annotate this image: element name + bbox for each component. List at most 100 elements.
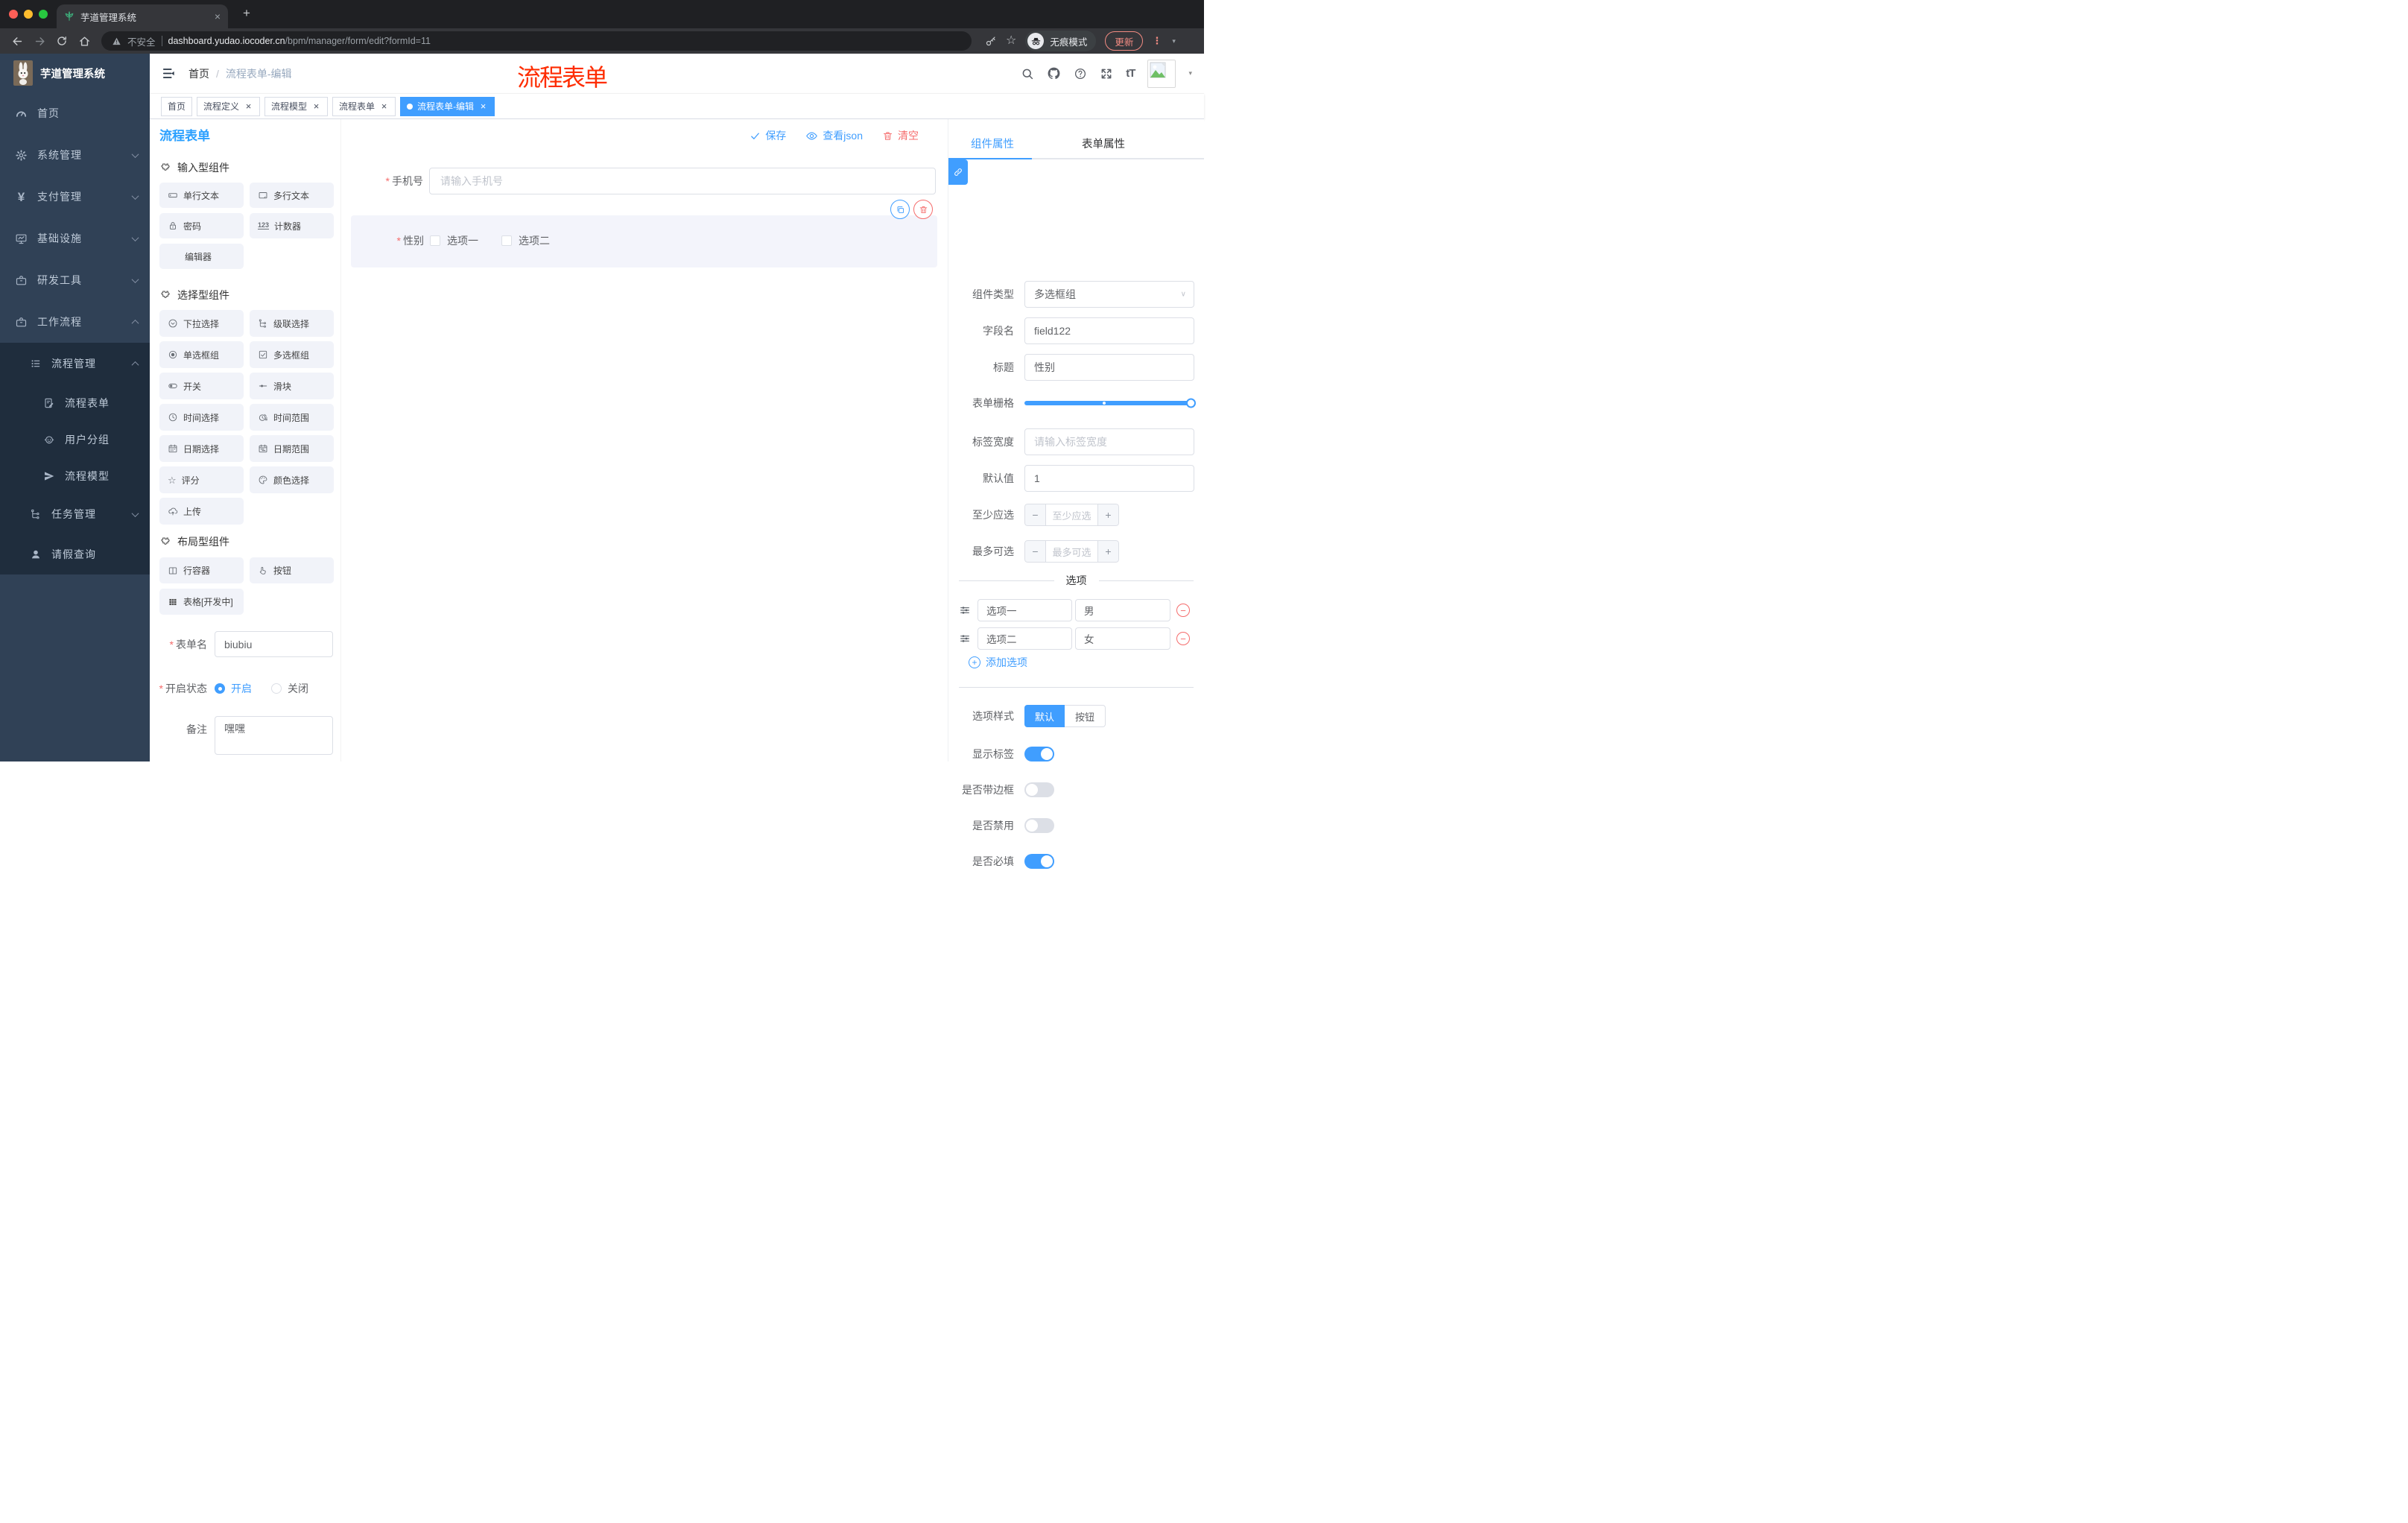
gender-option-2[interactable]: 选项二 <box>501 233 550 248</box>
sidebar-item-process-mgmt[interactable]: 流程管理 <box>0 343 150 384</box>
option-name-input[interactable] <box>978 599 1072 621</box>
drawer-handle[interactable] <box>948 159 968 185</box>
style-button-button[interactable]: 按钮 <box>1065 705 1106 727</box>
tab-component-props[interactable]: 组件属性 <box>971 136 1014 151</box>
component-table[interactable]: 表格[开发中] <box>159 589 244 615</box>
option-value-input[interactable] <box>1075 627 1170 650</box>
drag-handle-icon[interactable] <box>959 604 971 616</box>
tag-home[interactable]: 首页 <box>161 96 193 116</box>
slider-thumb[interactable] <box>1186 398 1196 408</box>
checkbox-icon[interactable] <box>430 235 440 246</box>
component-cascader[interactable]: 级联选择 <box>250 310 334 337</box>
key-icon[interactable] <box>985 35 997 47</box>
component-checkbox-group[interactable]: 多选框组 <box>250 341 334 368</box>
plus-button[interactable]: + <box>1097 504 1119 526</box>
gender-option-1[interactable]: 选项一 <box>430 233 478 248</box>
avatar[interactable] <box>1147 59 1176 88</box>
option-name-input[interactable] <box>978 627 1072 650</box>
tag-process-model[interactable]: 流程模型 × <box>264 96 329 116</box>
sidebar-item-system[interactable]: 系统管理 <box>0 134 150 176</box>
back-icon[interactable] <box>7 31 27 51</box>
delete-component-button[interactable] <box>913 200 933 219</box>
component-radio-group[interactable]: 单选框组 <box>159 341 244 368</box>
border-toggle[interactable] <box>1024 782 1054 797</box>
tag-process-form[interactable]: 流程表单 × <box>332 96 396 116</box>
chevron-down-icon[interactable]: ▾ <box>1188 69 1192 77</box>
sidebar-item-user-group[interactable]: 用户分组 <box>0 421 150 457</box>
sidebar-item-task-mgmt[interactable]: 任务管理 <box>0 494 150 534</box>
component-editor[interactable]: 编辑器 <box>159 244 244 269</box>
radio-off-label[interactable]: 关闭 <box>288 681 308 696</box>
grid-slider[interactable] <box>1024 398 1196 408</box>
component-time-picker[interactable]: 时间选择 <box>159 404 244 431</box>
tag-process-definition[interactable]: 流程定义 × <box>197 96 261 116</box>
form-canvas[interactable]: *手机号 *性别 选项一 选项二 <box>341 119 946 762</box>
tag-close-icon[interactable]: × <box>478 101 488 111</box>
form-name-input[interactable] <box>215 631 333 657</box>
sidebar-item-workflow[interactable]: 工作流程 <box>0 301 150 343</box>
field-name-input[interactable] <box>1024 317 1194 344</box>
browser-menu-icon[interactable]: ⋮ <box>1152 35 1162 47</box>
tab-close-icon[interactable]: × <box>215 10 221 22</box>
disabled-toggle[interactable] <box>1024 818 1054 833</box>
min-select-value[interactable]: 至少应选 <box>1046 504 1097 526</box>
sidebar-item-infra[interactable]: 基础设施 <box>0 218 150 259</box>
sidebar-item-devtools[interactable]: 研发工具 <box>0 259 150 301</box>
component-counter[interactable]: 123 计数器 <box>250 213 334 238</box>
component-date-range[interactable]: 日期范围 <box>250 435 334 462</box>
zoom-window-button[interactable] <box>39 10 48 19</box>
radio-on[interactable] <box>215 683 225 694</box>
show-label-toggle[interactable] <box>1024 747 1054 762</box>
help-icon[interactable] <box>1074 67 1087 80</box>
title-input[interactable] <box>1024 354 1194 381</box>
component-color-picker[interactable]: 颜色选择 <box>250 466 334 493</box>
drag-handle-icon[interactable] <box>959 633 971 645</box>
fullscreen-icon[interactable] <box>1100 67 1113 80</box>
sidebar-item-process-model[interactable]: 流程模型 <box>0 457 150 494</box>
font-size-icon[interactable]: tT <box>1126 67 1135 80</box>
tag-close-icon[interactable]: × <box>311 101 321 111</box>
search-icon[interactable] <box>1021 67 1034 80</box>
radio-on-label[interactable]: 开启 <box>231 681 252 696</box>
style-default-button[interactable]: 默认 <box>1024 705 1065 727</box>
sidebar-collapse-icon[interactable] <box>162 66 176 80</box>
new-tab-button[interactable]: + <box>238 6 255 21</box>
component-select[interactable]: 下拉选择 <box>159 310 244 337</box>
reload-icon[interactable] <box>52 31 72 51</box>
plus-button[interactable]: + <box>1097 540 1119 563</box>
chevron-down-icon[interactable]: ▾ <box>1172 37 1176 45</box>
component-multi-text[interactable]: 多行文本 <box>250 183 334 208</box>
max-select-value[interactable]: 最多可选 <box>1046 540 1097 563</box>
tag-close-icon[interactable]: × <box>379 101 389 111</box>
required-toggle[interactable] <box>1024 854 1054 869</box>
checkbox-icon[interactable] <box>501 235 512 246</box>
tag-close-icon[interactable]: × <box>244 101 253 111</box>
default-value-input[interactable] <box>1024 465 1194 492</box>
option-value-input[interactable] <box>1075 599 1170 621</box>
tag-process-form-edit[interactable]: 流程表单-编辑 × <box>400 96 495 116</box>
close-window-button[interactable] <box>9 10 18 19</box>
component-row-container[interactable]: 行容器 <box>159 557 244 583</box>
sidebar-item-home[interactable]: 首页 <box>0 92 150 134</box>
component-type-select[interactable] <box>1024 281 1194 308</box>
tab-form-props[interactable]: 表单属性 <box>1082 136 1125 151</box>
github-icon[interactable] <box>1047 66 1061 80</box>
browser-tab[interactable]: 芋道管理系统 × <box>57 4 228 28</box>
component-upload[interactable]: 上传 <box>159 498 244 525</box>
component-password[interactable]: 密码 <box>159 213 244 238</box>
component-rate[interactable]: ☆ 评分 <box>159 466 244 493</box>
bookmark-star-icon[interactable]: ☆ <box>1006 35 1016 47</box>
component-single-text[interactable]: 单行文本 <box>159 183 244 208</box>
form-remark-textarea[interactable]: 嘿嘿 <box>215 716 333 755</box>
remove-option-icon[interactable]: − <box>1176 604 1190 617</box>
phone-input[interactable] <box>429 168 936 194</box>
component-time-range[interactable]: 时间范围 <box>250 404 334 431</box>
breadcrumb-home[interactable]: 首页 <box>188 66 209 81</box>
radio-off[interactable] <box>271 683 282 694</box>
forward-icon[interactable] <box>30 31 49 51</box>
duplicate-component-button[interactable] <box>890 200 910 219</box>
sidebar-item-leave-query[interactable]: 请假查询 <box>0 534 150 574</box>
component-date-picker[interactable]: 日期选择 <box>159 435 244 462</box>
sidebar-item-process-form[interactable]: 流程表单 <box>0 384 150 421</box>
browser-update-button[interactable]: 更新 <box>1105 31 1144 51</box>
